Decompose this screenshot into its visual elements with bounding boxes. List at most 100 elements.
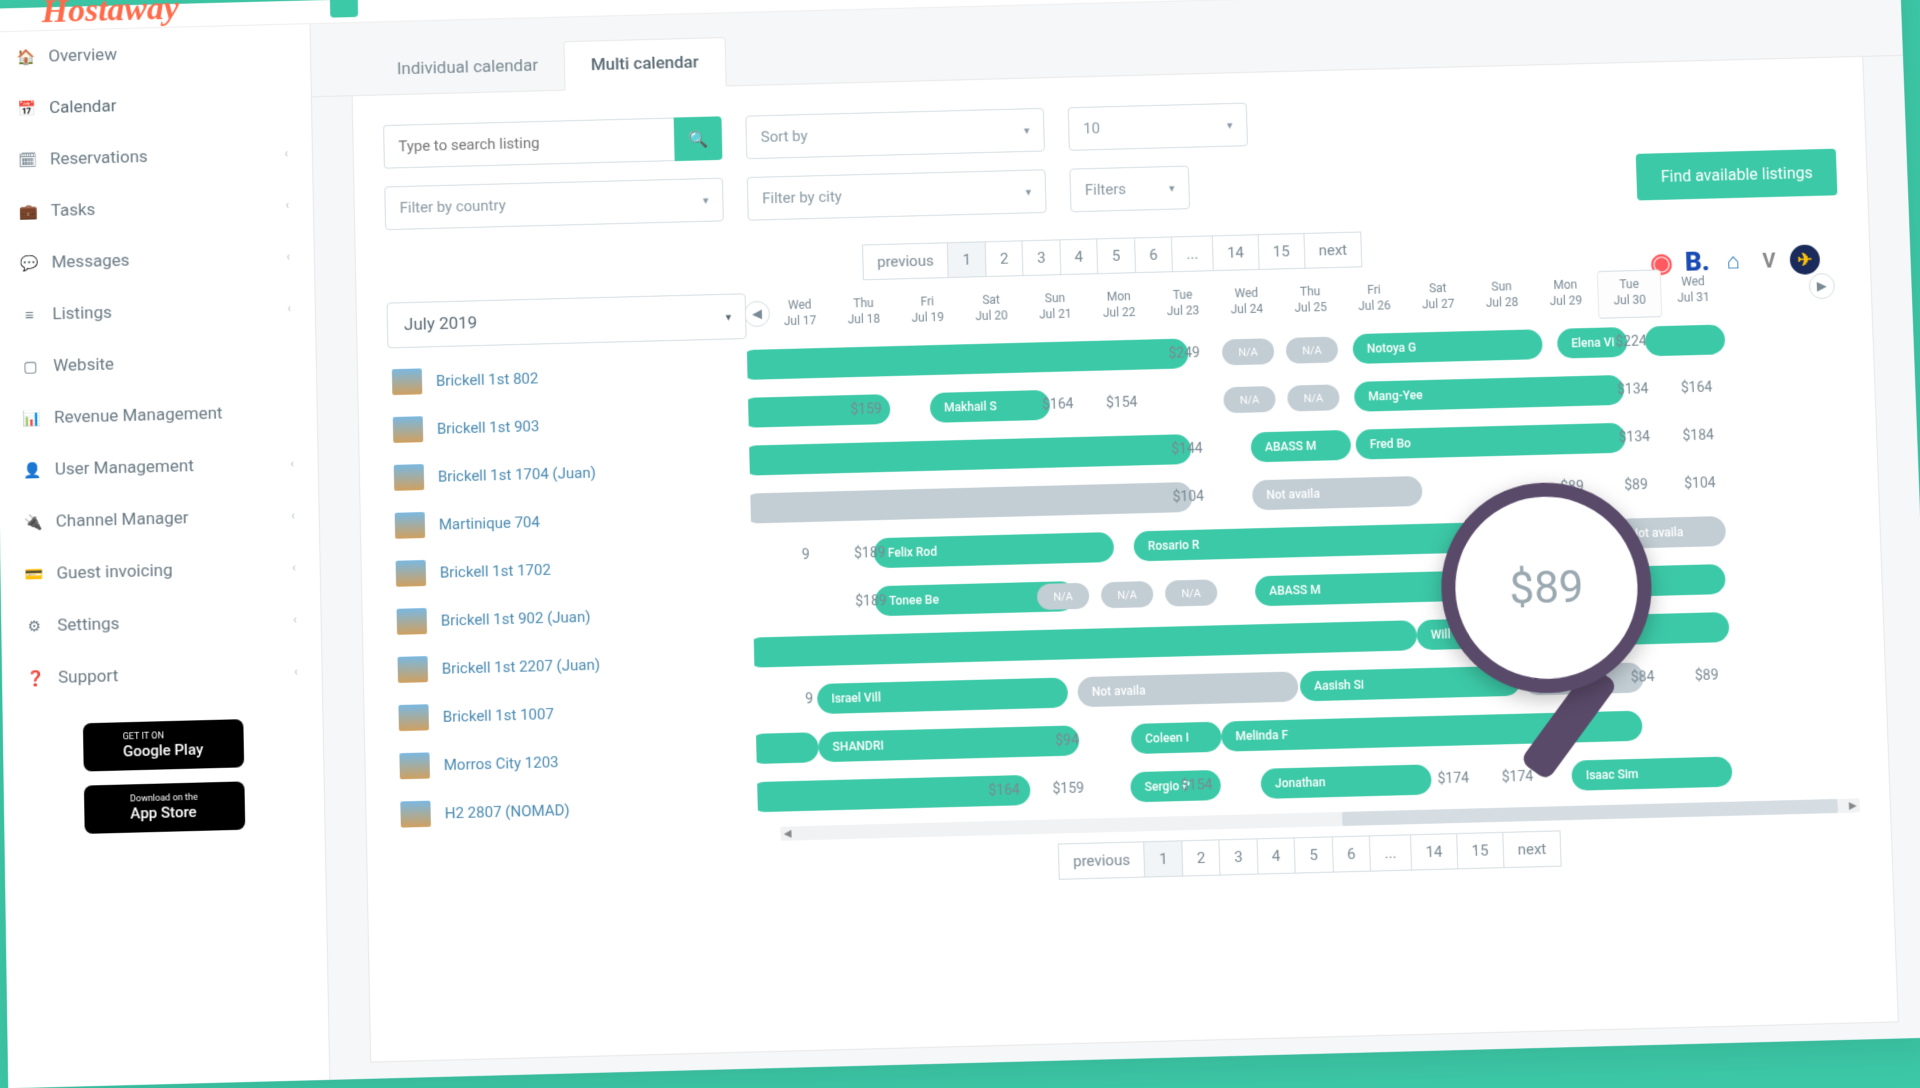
app-store-badge[interactable]: Download on theApp Store (83, 781, 244, 833)
reservation-bar[interactable]: Not availa (1077, 671, 1298, 707)
date-header[interactable]: SunJul 28 (1469, 273, 1534, 322)
pager-next[interactable]: next (1303, 232, 1362, 269)
pager-page-5[interactable]: 5 (1096, 237, 1135, 274)
reservation-bar[interactable] (746, 482, 1193, 524)
pager-page-1[interactable]: 1 (947, 241, 986, 278)
reservation-bar[interactable]: ABASS M (1251, 430, 1352, 463)
price-cell[interactable]: $154 (1089, 382, 1154, 424)
hamburger-button[interactable] (330, 0, 358, 18)
reservation-bar[interactable]: Fred Bo (1355, 423, 1626, 460)
pager-next[interactable]: next (1502, 830, 1562, 868)
find-listings-button[interactable]: Find available listings (1636, 149, 1837, 201)
pager-page-...[interactable]: ... (1171, 235, 1214, 272)
listing-row[interactable]: H2 2807 (NOMAD) (396, 781, 758, 839)
date-header[interactable]: ThuJul 18 (831, 289, 896, 338)
pager-page-14[interactable]: 14 (1410, 833, 1458, 870)
pager-previous[interactable]: previous (862, 242, 949, 280)
pager-page-14[interactable]: 14 (1212, 234, 1260, 271)
price-cell[interactable]: $134 (1602, 417, 1667, 459)
month-select[interactable]: July 2019▾ (387, 293, 747, 348)
date-header[interactable]: WedJul 31 (1661, 268, 1726, 317)
search-button[interactable]: 🔍 (674, 116, 723, 161)
pager-page-3[interactable]: 3 (1022, 239, 1061, 276)
price-cell[interactable]: $89 (1674, 655, 1739, 697)
date-header[interactable]: TueJul 23 (1150, 281, 1215, 330)
google-play-badge[interactable]: GET IT ONGoogle Play (82, 719, 243, 771)
reservation-bar[interactable]: Jonathan (1260, 764, 1431, 799)
price-cell[interactable] (774, 582, 839, 624)
sidebar-item-tasks[interactable]: 💼Tasks‹ (0, 178, 313, 238)
date-header[interactable]: WedJul 17 (767, 291, 832, 340)
pager-page-6[interactable]: 6 (1134, 236, 1173, 273)
reservation-bar[interactable]: Mang-Yee (1354, 375, 1624, 412)
pager-page-15[interactable]: 15 (1456, 832, 1504, 869)
pager-previous[interactable]: previous (1058, 841, 1146, 880)
price-cell[interactable]: 9 (773, 534, 838, 576)
reservation-bar[interactable] (746, 338, 1189, 380)
price-cell[interactable]: $189 (837, 533, 902, 575)
filters-select[interactable]: Filters▾ (1069, 166, 1190, 213)
sidebar-item-support[interactable]: ❓Support‹ (2, 645, 322, 706)
reservation-bar[interactable]: Isaac Sim (1571, 756, 1732, 790)
sidebar-item-listings[interactable]: ≡Listings‹ (0, 282, 315, 342)
price-cell[interactable]: $164 (972, 770, 1037, 812)
prev-dates-button[interactable]: ◀ (746, 301, 771, 328)
pager-page-4[interactable]: 4 (1059, 238, 1098, 275)
pager-page-...[interactable]: ... (1369, 834, 1412, 871)
reservation-bar[interactable] (746, 620, 1418, 668)
sidebar-item-calendar[interactable]: 📅Calendar (0, 76, 311, 136)
pager-page-2[interactable]: 2 (1181, 839, 1221, 876)
date-header[interactable]: TueJul 30 (1597, 269, 1662, 318)
price-cell[interactable]: $164 (1664, 367, 1729, 409)
sort-select[interactable]: Sort by▾ (745, 108, 1045, 159)
price-cell[interactable]: $189 (838, 581, 903, 623)
pager-page-5[interactable]: 5 (1294, 836, 1334, 873)
reservation-bar[interactable]: Not availa (1252, 476, 1423, 510)
price-cell[interactable]: $159 (834, 389, 899, 431)
sidebar-item-guest-invoicing[interactable]: 💳Guest invoicing‹ (0, 541, 320, 601)
scroll-right-icon[interactable]: ▶ (1845, 798, 1860, 812)
sidebar-item-user-management[interactable]: 👤User Management‹ (0, 437, 318, 497)
price-cell[interactable]: $144 (1155, 428, 1220, 470)
price-cell[interactable]: $89 (1603, 465, 1668, 507)
pager-page-15[interactable]: 15 (1257, 233, 1305, 270)
country-select[interactable]: Filter by country▾ (384, 178, 724, 230)
price-cell[interactable]: $94 (1034, 720, 1099, 762)
tab-individual-calendar[interactable]: Individual calendar (371, 41, 565, 94)
date-header[interactable]: ThuJul 25 (1278, 278, 1343, 327)
sidebar-item-reservations[interactable]: 🗓Reservations‹ (0, 127, 312, 187)
price-cell[interactable]: $184 (1666, 415, 1731, 457)
reservation-bar[interactable]: Notoya G (1352, 329, 1542, 364)
pager-page-6[interactable]: 6 (1331, 835, 1371, 872)
tab-multi-calendar[interactable]: Multi calendar (563, 37, 726, 91)
sidebar-item-website[interactable]: ▢Website (0, 333, 316, 393)
reservation-bar[interactable] (1645, 324, 1726, 356)
price-cell[interactable]: $159 (1036, 768, 1101, 810)
reservation-bar[interactable]: Israel Vill (817, 677, 1068, 714)
date-header[interactable]: SunJul 21 (1023, 284, 1088, 333)
scroll-left-icon[interactable]: ◀ (780, 826, 794, 840)
price-cell[interactable]: $104 (1667, 463, 1732, 505)
search-input[interactable] (383, 118, 675, 169)
price-cell[interactable]: $164 (1025, 384, 1090, 426)
date-header[interactable]: FriJul 26 (1342, 276, 1407, 325)
pager-page-1[interactable]: 1 (1144, 840, 1184, 877)
pager-page-3[interactable]: 3 (1219, 838, 1259, 875)
pager-page-2[interactable]: 2 (984, 240, 1023, 277)
date-header[interactable]: MonJul 22 (1087, 283, 1152, 332)
price-cell[interactable]: $154 (1164, 765, 1229, 807)
reservation-bar[interactable] (748, 732, 819, 764)
date-header[interactable]: SatJul 20 (959, 286, 1024, 335)
sidebar-item-revenue-management[interactable]: 📊Revenue Management (0, 385, 317, 445)
date-header[interactable]: SatJul 27 (1405, 274, 1470, 323)
reservation-bar[interactable]: Felix Rod (873, 532, 1114, 568)
per-page-select[interactable]: 10▾ (1068, 103, 1248, 151)
sidebar-item-messages[interactable]: 💬Messages‹ (0, 230, 314, 290)
pager-page-4[interactable]: 4 (1256, 837, 1296, 874)
sidebar-item-channel-manager[interactable]: 🔌Channel Manager‹ (0, 489, 319, 549)
price-cell[interactable]: $174 (1421, 758, 1486, 800)
sidebar-item-overview[interactable]: 🏠Overview (0, 24, 310, 84)
price-cell[interactable]: $249 (1152, 333, 1217, 374)
sidebar-item-settings[interactable]: ⚙Settings‹ (1, 593, 321, 653)
price-cell[interactable]: $134 (1600, 369, 1665, 411)
